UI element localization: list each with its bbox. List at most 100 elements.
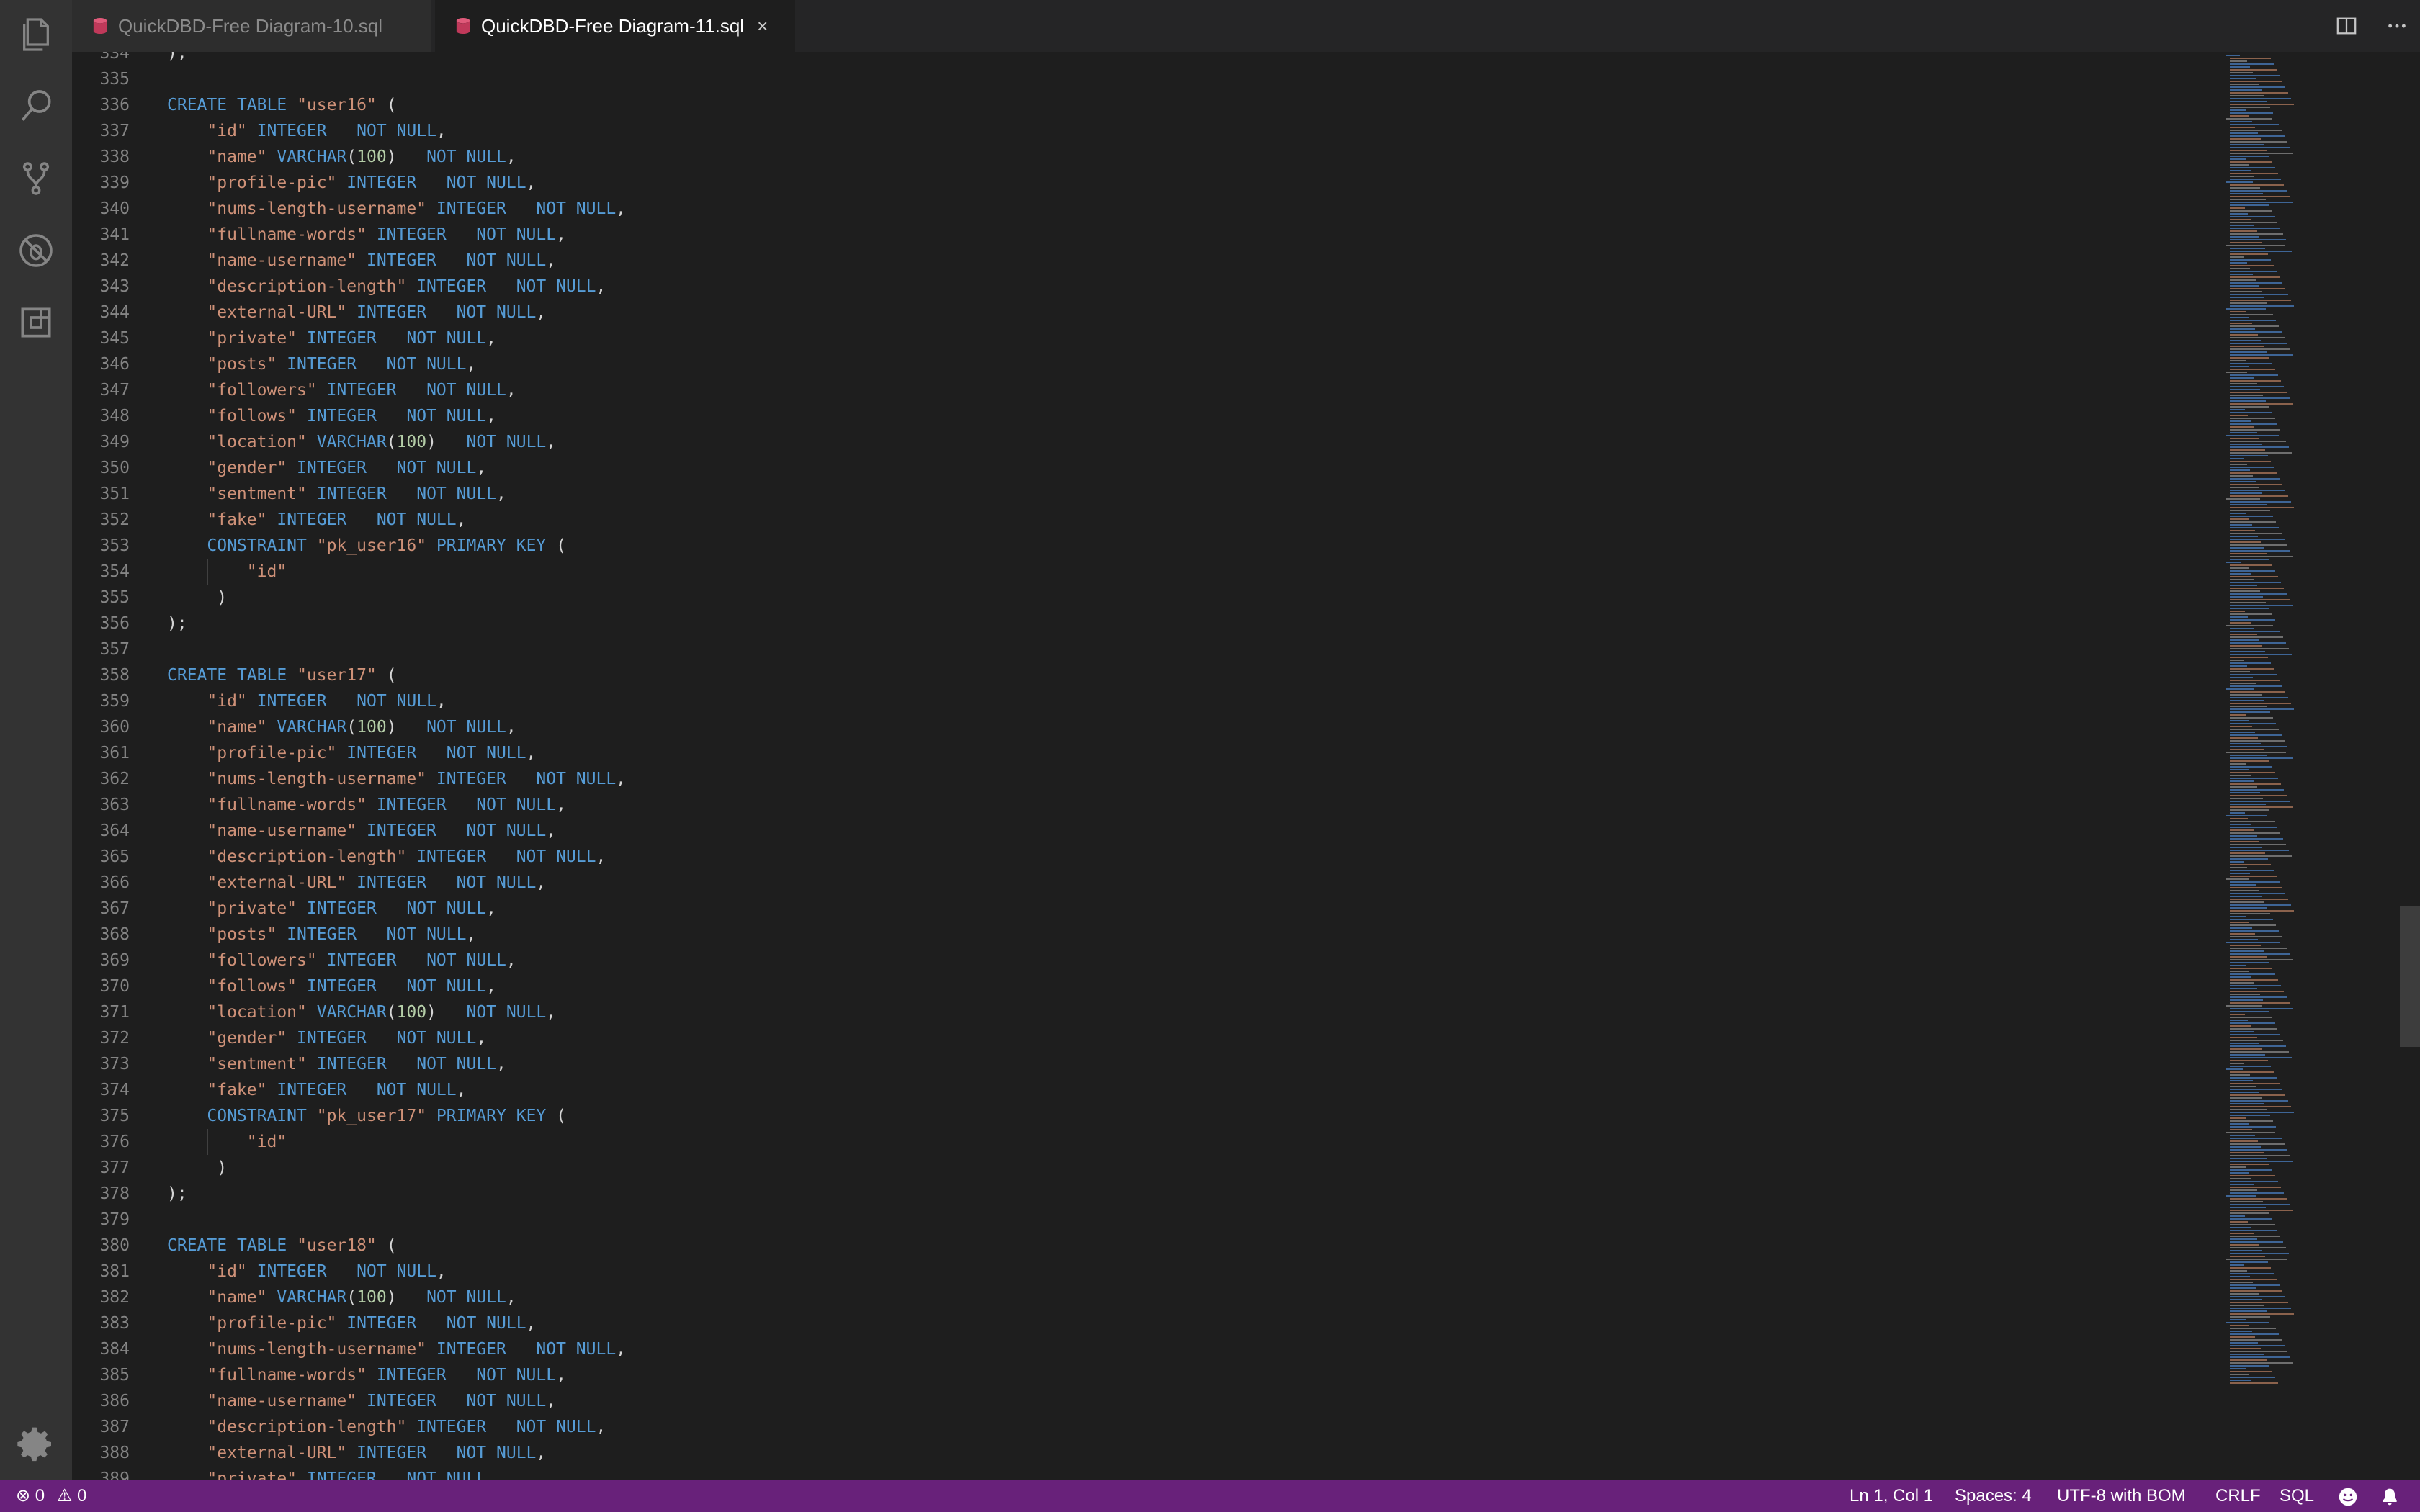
- code-line[interactable]: 375 CONSTRAINT "pk_user17" PRIMARY KEY (: [72, 1103, 2197, 1129]
- minimap-line: [2226, 688, 2254, 690]
- minimap-line: [2230, 1022, 2275, 1024]
- code-line[interactable]: 377 ): [72, 1155, 2197, 1181]
- minimap-line: [2230, 994, 2260, 995]
- minimap-line: [2230, 262, 2247, 264]
- minimap-line: [2230, 740, 2285, 742]
- code-line[interactable]: 389 "private" INTEGER NOT NULL,: [72, 1466, 2197, 1480]
- code-line[interactable]: 374 "fake" INTEGER NOT NULL,: [72, 1077, 2197, 1103]
- line-text: "external-URL" INTEGER NOT NULL,: [207, 873, 547, 892]
- minimap-line: [2230, 348, 2290, 350]
- code-line[interactable]: 383 "profile-pic" INTEGER NOT NULL,: [72, 1310, 2197, 1336]
- code-line[interactable]: 340 "nums-length-username" INTEGER NOT N…: [72, 196, 2197, 222]
- code-line[interactable]: 336 CREATE TABLE "user16" (: [72, 92, 2197, 118]
- gear-icon[interactable]: [14, 1423, 58, 1466]
- status-bar: ⊗ 0 ⚠ 0 Ln 1, Col 1 Spaces: 4 UTF-8 with…: [0, 1480, 2420, 1512]
- code-line[interactable]: 382 "name" VARCHAR(100) NOT NULL,: [72, 1284, 2197, 1310]
- notifications-bell-icon[interactable]: [2380, 1480, 2400, 1512]
- code-line[interactable]: 341 "fullname-words" INTEGER NOT NULL,: [72, 222, 2197, 248]
- code-line[interactable]: 361 "profile-pic" INTEGER NOT NULL,: [72, 740, 2197, 766]
- line-text: );: [167, 52, 187, 63]
- code-line[interactable]: 337 "id" INTEGER NOT NULL,: [72, 118, 2197, 144]
- line-text: "id" INTEGER NOT NULL,: [207, 122, 447, 140]
- code-line[interactable]: 386 "name-username" INTEGER NOT NULL,: [72, 1388, 2197, 1414]
- code-line[interactable]: 357: [72, 636, 2197, 662]
- minimap-line: [2230, 582, 2281, 583]
- code-editor[interactable]: 334); 335 336 CREATE TABLE "user16" (337 "i…: [72, 52, 2420, 1480]
- code-line[interactable]: 335: [72, 66, 2197, 92]
- code-line[interactable]: 367 "private" INTEGER NOT NULL,: [72, 896, 2197, 922]
- extensions-icon[interactable]: [14, 301, 58, 344]
- cursor-position[interactable]: Ln 1, Col 1: [1850, 1480, 1933, 1512]
- tab-quickdbd-diagram-10[interactable]: QuickDBD-Free Diagram-10.sql: [72, 0, 432, 52]
- code-line[interactable]: 345 "private" INTEGER NOT NULL,: [72, 325, 2197, 351]
- code-line[interactable]: 342 "name-username" INTEGER NOT NULL,: [72, 248, 2197, 274]
- code-line[interactable]: 384 "nums-length-username" INTEGER NOT N…: [72, 1336, 2197, 1362]
- code-line[interactable]: 376 "id": [72, 1129, 2197, 1155]
- code-line[interactable]: 334);: [72, 52, 2197, 66]
- feedback-smiley-icon[interactable]: [2338, 1480, 2358, 1512]
- source-control-icon[interactable]: [14, 157, 58, 200]
- code-line[interactable]: 352 "fake" INTEGER NOT NULL,: [72, 507, 2197, 533]
- code-line[interactable]: 371 "location" VARCHAR(100) NOT NULL,: [72, 999, 2197, 1025]
- close-icon[interactable]: ×: [757, 15, 768, 37]
- code-line[interactable]: 368 "posts" INTEGER NOT NULL,: [72, 922, 2197, 948]
- line-text: "gender" INTEGER NOT NULL,: [207, 459, 487, 477]
- code-line[interactable]: 354 "id": [72, 559, 2197, 585]
- code-line[interactable]: 365 "description-length" INTEGER NOT NUL…: [72, 844, 2197, 870]
- code-line[interactable]: 366 "external-URL" INTEGER NOT NULL,: [72, 870, 2197, 896]
- code-line[interactable]: 373 "sentment" INTEGER NOT NULL,: [72, 1051, 2197, 1077]
- minimap-line: [2230, 1045, 2286, 1047]
- code-line[interactable]: 359 "id" INTEGER NOT NULL,: [72, 688, 2197, 714]
- code-line[interactable]: 360 "name" VARCHAR(100) NOT NULL,: [72, 714, 2197, 740]
- code-line[interactable]: 372 "gender" INTEGER NOT NULL,: [72, 1025, 2197, 1051]
- end-of-line[interactable]: CRLF: [2215, 1480, 2261, 1512]
- vertical-scrollbar[interactable]: [2400, 906, 2420, 1047]
- code-line[interactable]: 363 "fullname-words" INTEGER NOT NULL,: [72, 792, 2197, 818]
- more-actions-icon[interactable]: [2384, 13, 2410, 39]
- minimap-line: [2230, 665, 2247, 667]
- code-line[interactable]: 338 "name" VARCHAR(100) NOT NULL,: [72, 144, 2197, 170]
- code-line[interactable]: 387 "description-length" INTEGER NOT NUL…: [72, 1414, 2197, 1440]
- code-line[interactable]: 379: [72, 1207, 2197, 1233]
- problems-indicator[interactable]: ⊗ 0 ⚠ 0: [16, 1480, 86, 1512]
- code-line[interactable]: 362 "nums-length-username" INTEGER NOT N…: [72, 766, 2197, 792]
- code-line[interactable]: 358 CREATE TABLE "user17" (: [72, 662, 2197, 688]
- language-mode[interactable]: SQL: [2280, 1480, 2314, 1512]
- minimap-line: [2230, 1362, 2293, 1364]
- code-line[interactable]: 346 "posts" INTEGER NOT NULL,: [72, 351, 2197, 377]
- minimap[interactable]: [2226, 52, 2326, 1480]
- code-line[interactable]: 380 CREATE TABLE "user18" (: [72, 1233, 2197, 1259]
- indentation[interactable]: Spaces: 4: [1955, 1480, 2032, 1512]
- code-line[interactable]: 348 "follows" INTEGER NOT NULL,: [72, 403, 2197, 429]
- code-line[interactable]: 344 "external-URL" INTEGER NOT NULL,: [72, 300, 2197, 325]
- files-icon[interactable]: [14, 13, 58, 56]
- code-line[interactable]: 343 "description-length" INTEGER NOT NUL…: [72, 274, 2197, 300]
- code-line[interactable]: 339 "profile-pic" INTEGER NOT NULL,: [72, 170, 2197, 196]
- code-line[interactable]: 364 "name-username" INTEGER NOT NULL,: [72, 818, 2197, 844]
- search-icon[interactable]: [14, 85, 58, 128]
- code-line[interactable]: 369 "followers" INTEGER NOT NULL,: [72, 948, 2197, 973]
- code-line[interactable]: 355 ): [72, 585, 2197, 611]
- code-line[interactable]: 351 "sentment" INTEGER NOT NULL,: [72, 481, 2197, 507]
- line-text: "sentment" INTEGER NOT NULL,: [207, 1055, 506, 1074]
- code-line[interactable]: 356);: [72, 611, 2197, 636]
- line-text: CREATE TABLE "user17" (: [167, 666, 397, 685]
- split-editor-icon[interactable]: [2334, 13, 2360, 39]
- minimap-line: [2230, 850, 2289, 851]
- minimap-line: [2230, 1164, 2269, 1165]
- code-line[interactable]: 378);: [72, 1181, 2197, 1207]
- line-text: "follows" INTEGER NOT NULL,: [207, 407, 497, 426]
- encoding[interactable]: UTF-8 with BOM: [2057, 1480, 2186, 1512]
- code-line[interactable]: 347 "followers" INTEGER NOT NULL,: [72, 377, 2197, 403]
- code-line[interactable]: 388 "external-URL" INTEGER NOT NULL,: [72, 1440, 2197, 1466]
- minimap-line: [2230, 92, 2288, 94]
- code-line[interactable]: 349 "location" VARCHAR(100) NOT NULL,: [72, 429, 2197, 455]
- code-line[interactable]: 350 "gender" INTEGER NOT NULL,: [72, 455, 2197, 481]
- code-line[interactable]: 385 "fullname-words" INTEGER NOT NULL,: [72, 1362, 2197, 1388]
- code-line[interactable]: 353 CONSTRAINT "pk_user16" PRIMARY KEY (: [72, 533, 2197, 559]
- code-line[interactable]: 381 "id" INTEGER NOT NULL,: [72, 1259, 2197, 1284]
- minimap-line: [2230, 1198, 2287, 1200]
- code-line[interactable]: 370 "follows" INTEGER NOT NULL,: [72, 973, 2197, 999]
- debug-icon[interactable]: [14, 229, 58, 272]
- tab-quickdbd-diagram-11[interactable]: QuickDBD-Free Diagram-11.sql ×: [435, 0, 795, 52]
